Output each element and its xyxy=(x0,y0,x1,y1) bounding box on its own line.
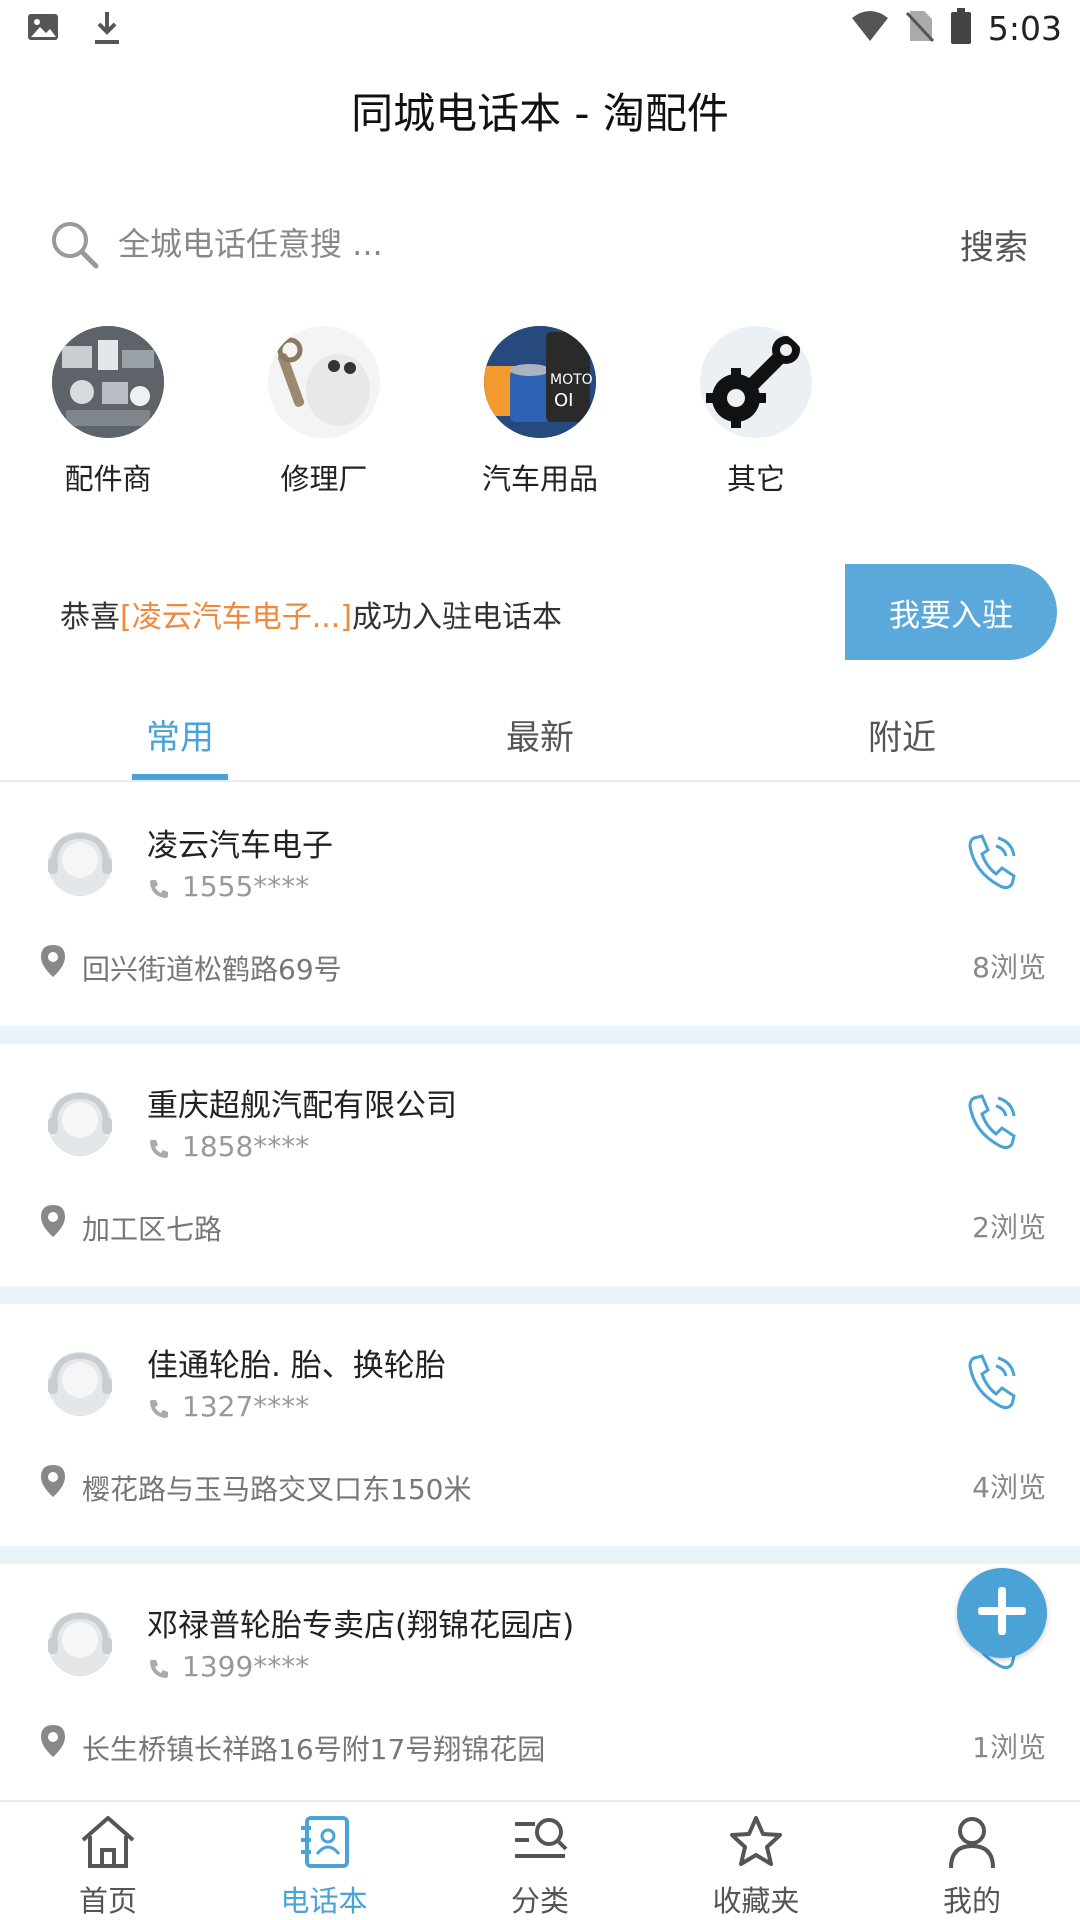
list-divider xyxy=(0,1286,1080,1304)
listing-views: 1浏览 xyxy=(972,1731,1046,1764)
phone-small-icon xyxy=(148,1658,170,1684)
bottom-nav: 首页 电话本 分类 收藏夹 我的 xyxy=(0,1800,1080,1920)
location-pin-icon xyxy=(40,1464,66,1502)
banner-highlight[interactable]: [凌云汽车电子...] xyxy=(120,600,352,635)
battery-icon xyxy=(950,8,972,48)
location-pin-icon xyxy=(40,1204,66,1242)
search-bar: 搜索 xyxy=(48,210,1048,280)
star-icon xyxy=(727,1816,785,1874)
search-icon xyxy=(48,218,102,276)
contacts-icon xyxy=(295,1816,353,1874)
status-bar: 5:03 xyxy=(0,0,1080,60)
list-divider xyxy=(0,1026,1080,1044)
nav-mine[interactable]: 我的 xyxy=(892,1814,1052,1920)
no-sim-icon xyxy=(905,9,934,47)
add-button[interactable] xyxy=(957,1568,1047,1658)
headset-avatar-icon xyxy=(36,828,120,906)
banner-suffix: 成功入驻电话本 xyxy=(352,600,563,635)
category-search-icon xyxy=(511,1818,569,1874)
nav-favorites[interactable]: 收藏夹 xyxy=(676,1814,836,1920)
listing-phone: 1399**** xyxy=(182,1650,310,1683)
listing-name: 重庆超舰汽配有限公司 xyxy=(147,1088,457,1124)
join-button[interactable]: 我要入驻 xyxy=(845,564,1057,660)
svg-text:MOTO: MOTO xyxy=(550,372,593,388)
headset-avatar-icon xyxy=(36,1348,120,1426)
list-item[interactable]: 凌云汽车电子 1555**** 回兴街道松鹤路69号 8浏览 xyxy=(0,784,1080,1026)
user-icon xyxy=(943,1817,1001,1874)
tab-indicator xyxy=(132,774,228,780)
call-icon[interactable] xyxy=(964,1092,1020,1156)
tab-bar: 常用 最新 附近 xyxy=(0,700,1080,782)
listing-address: 回兴街道松鹤路69号 xyxy=(82,953,342,986)
phone-small-icon xyxy=(148,878,170,904)
category-label: 其它 xyxy=(726,462,785,496)
headset-avatar-icon xyxy=(36,1608,120,1686)
category-parts[interactable]: 配件商 xyxy=(8,326,208,498)
nav-category[interactable]: 分类 xyxy=(460,1814,620,1920)
listing-name: 凌云汽车电子 xyxy=(147,828,333,864)
status-time: 5:03 xyxy=(987,8,1062,48)
category-label: 配件商 xyxy=(64,462,152,496)
listing-address: 长生桥镇长祥路16号附17号翔锦花园 xyxy=(82,1733,546,1766)
listing-address: 加工区七路 xyxy=(82,1213,223,1246)
list-item[interactable]: 佳通轮胎. 胎、换轮胎 1327**** 樱花路与玉马路交叉口东150米 4浏览 xyxy=(0,1304,1080,1546)
search-button[interactable]: 搜索 xyxy=(960,220,1028,269)
headset-avatar-icon xyxy=(36,1088,120,1166)
svg-text:OI: OI xyxy=(554,390,573,411)
image-notification-icon xyxy=(26,10,60,50)
oil-filter-image: MOTO OI xyxy=(484,326,596,438)
listing-phone: 1858**** xyxy=(182,1130,310,1163)
tab-nearby[interactable]: 附近 xyxy=(802,710,1002,759)
nav-phonebook[interactable]: 电话本 xyxy=(244,1814,404,1920)
page-title: 同城电话本 - 淘配件 xyxy=(351,89,729,138)
category-label: 汽车用品 xyxy=(481,462,598,496)
banner-message: 恭喜[凌云汽车电子...]成功入驻电话本 xyxy=(60,592,562,636)
plus-icon xyxy=(974,1583,1030,1643)
nav-label: 我的 xyxy=(942,1884,1001,1918)
nav-label: 电话本 xyxy=(280,1884,368,1918)
listing-views: 8浏览 xyxy=(972,951,1046,984)
call-icon[interactable] xyxy=(964,832,1020,896)
tab-common[interactable]: 常用 xyxy=(80,710,280,759)
list-item[interactable]: 重庆超舰汽配有限公司 1858**** 加工区七路 2浏览 xyxy=(0,1044,1080,1286)
category-label: 修理厂 xyxy=(280,462,368,496)
parts-image xyxy=(52,326,164,438)
category-repair-shop[interactable]: 修理厂 xyxy=(224,326,424,498)
nav-label: 收藏夹 xyxy=(712,1884,800,1918)
tab-latest[interactable]: 最新 xyxy=(440,710,640,759)
category-car-supplies[interactable]: MOTO OI 汽车用品 xyxy=(440,326,640,498)
listing-name: 邓禄普轮胎专卖店(翔锦花园店) xyxy=(147,1608,575,1644)
listing-views: 4浏览 xyxy=(972,1471,1046,1504)
mechanic-image xyxy=(268,326,380,438)
category-row: 配件商 修理厂 MOTO OI 汽车用品 其它 xyxy=(0,326,1080,496)
wrench-gear-icon xyxy=(700,326,812,438)
listing-name: 佳通轮胎. 胎、换轮胎 xyxy=(147,1348,446,1384)
list-item[interactable]: 邓禄普轮胎专卖店(翔锦花园店) 1399**** 长生桥镇长祥路16号附17号翔… xyxy=(0,1564,1080,1806)
location-pin-icon xyxy=(40,944,66,982)
join-banner: 恭喜[凌云汽车电子...]成功入驻电话本 我要入驻 xyxy=(0,564,1080,660)
nav-home[interactable]: 首页 xyxy=(28,1814,188,1920)
wifi-icon xyxy=(850,10,890,46)
banner-prefix: 恭喜 xyxy=(60,600,120,635)
listing-address: 樱花路与玉马路交叉口东150米 xyxy=(82,1473,472,1506)
download-notification-icon xyxy=(90,10,124,50)
nav-label: 分类 xyxy=(510,1884,569,1918)
phone-small-icon xyxy=(148,1138,170,1164)
location-pin-icon xyxy=(40,1724,66,1762)
call-icon[interactable] xyxy=(964,1352,1020,1416)
listing-phone: 1555**** xyxy=(182,870,310,903)
listing-views: 2浏览 xyxy=(972,1211,1046,1244)
list-divider xyxy=(0,1546,1080,1564)
home-icon xyxy=(79,1816,137,1874)
listing-phone: 1327**** xyxy=(182,1390,310,1423)
phone-small-icon xyxy=(148,1398,170,1424)
search-input[interactable] xyxy=(118,216,838,272)
category-other[interactable]: 其它 xyxy=(656,326,856,498)
nav-label: 首页 xyxy=(78,1884,137,1918)
